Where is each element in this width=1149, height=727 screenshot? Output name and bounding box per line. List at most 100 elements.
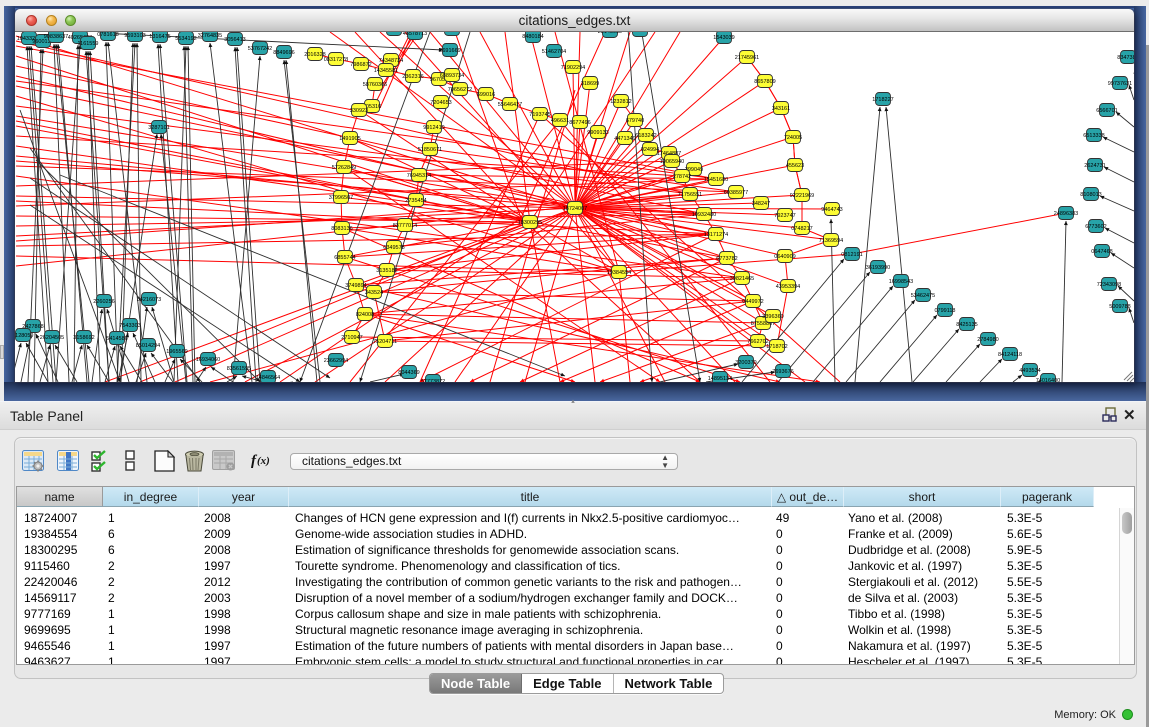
svg-text:2735454: 2735454 — [405, 198, 426, 204]
svg-text:19384554: 19384554 — [607, 270, 631, 276]
svg-text:699016: 699016 — [477, 92, 495, 98]
svg-text:1161559: 1161559 — [77, 41, 98, 47]
svg-text:343524: 343524 — [365, 290, 383, 296]
svg-text:8083136: 8083136 — [331, 226, 352, 232]
svg-text:7986872: 7986872 — [350, 62, 371, 68]
svg-text:60385977: 60385977 — [724, 190, 748, 196]
svg-text:53462475: 53462475 — [911, 293, 935, 299]
svg-text:26204505: 26204505 — [40, 335, 64, 341]
svg-text:72343098: 72343098 — [1097, 282, 1121, 288]
svg-text:8677496: 8677496 — [569, 120, 590, 126]
svg-text:2710947: 2710947 — [341, 335, 362, 341]
svg-text:4493534: 4493534 — [1019, 368, 1040, 374]
svg-text:6349578: 6349578 — [383, 245, 404, 251]
svg-text:824008: 824008 — [356, 312, 374, 318]
svg-text:9464743: 9464743 — [821, 207, 842, 213]
svg-text:5534192: 5534192 — [175, 36, 196, 42]
svg-text:8657809: 8657809 — [754, 79, 775, 85]
svg-text:8480184: 8480184 — [522, 34, 543, 40]
svg-text:4471349: 4471349 — [614, 136, 635, 142]
svg-text:2691669: 2691669 — [439, 48, 460, 54]
svg-text:3200379: 3200379 — [735, 360, 756, 366]
svg-text:57773872: 57773872 — [421, 379, 445, 382]
svg-text:8425135: 8425135 — [956, 322, 977, 328]
svg-text:8849696: 8849696 — [273, 50, 294, 56]
svg-text:6773782: 6773782 — [716, 256, 737, 262]
svg-text:75204711: 75204711 — [373, 339, 397, 345]
svg-text:10932480: 10932480 — [692, 212, 716, 218]
svg-text:0449972: 0449972 — [742, 299, 763, 305]
svg-text:0647468: 0647468 — [1091, 249, 1112, 255]
svg-text:7543303: 7543303 — [119, 323, 140, 329]
svg-text:1718227: 1718227 — [872, 97, 893, 103]
svg-text:0748217: 0748217 — [791, 226, 812, 232]
svg-text:24896383: 24896383 — [1054, 211, 1078, 217]
svg-text:2784980: 2784980 — [977, 337, 998, 343]
svg-text:8108013: 8108013 — [1080, 192, 1101, 198]
svg-text:3749894: 3749894 — [345, 283, 366, 289]
svg-text:71369594: 71369594 — [819, 238, 843, 244]
svg-text:92221969: 92221969 — [790, 193, 814, 199]
svg-text:1316475: 1316475 — [149, 34, 170, 40]
svg-text:70656272: 70656272 — [448, 87, 472, 93]
svg-text:83777014: 83777014 — [393, 223, 417, 229]
svg-text:18724007: 18724007 — [563, 206, 587, 212]
svg-text:39821465: 39821465 — [730, 276, 754, 282]
svg-text:21745961: 21745961 — [735, 55, 759, 61]
svg-text:2260256: 2260256 — [93, 299, 114, 305]
svg-text:1965569: 1965569 — [166, 349, 187, 355]
svg-text:3396360: 3396360 — [762, 314, 783, 320]
svg-text:5414586: 5414586 — [106, 336, 127, 342]
svg-text:8044369: 8044369 — [398, 370, 419, 376]
svg-text:85014294: 85014294 — [136, 343, 160, 349]
svg-text:7204653: 7204653 — [430, 100, 451, 106]
svg-text:1128059: 1128059 — [15, 333, 34, 339]
svg-text:7193745: 7193745 — [529, 112, 550, 118]
svg-text:84124118: 84124118 — [998, 352, 1022, 358]
svg-text:724005: 724005 — [784, 135, 802, 141]
svg-text:16934060: 16934060 — [196, 357, 220, 363]
svg-text:58760366: 58760366 — [363, 82, 387, 88]
svg-text:15451680: 15451680 — [704, 177, 728, 183]
svg-text:76945314: 76945314 — [407, 173, 431, 179]
svg-text:6855744: 6855744 — [334, 255, 355, 261]
svg-text:71756551: 71756551 — [678, 192, 702, 198]
svg-text:16998543: 16998543 — [889, 279, 913, 285]
svg-text:318699: 318699 — [581, 81, 599, 87]
svg-text:0640909: 0640909 — [774, 254, 795, 260]
svg-text:99737631: 99737631 — [1108, 81, 1132, 87]
svg-text:9912419: 9912419 — [423, 125, 444, 131]
svg-text:0799118: 0799118 — [934, 308, 955, 314]
svg-text:9909133: 9909133 — [587, 130, 608, 136]
svg-text:32764835: 32764835 — [198, 33, 222, 39]
svg-text:348247: 348247 — [752, 201, 770, 207]
svg-text:3056413: 3056413 — [224, 37, 245, 43]
svg-text:57262849: 57262849 — [332, 165, 356, 171]
svg-text:14846564: 14846564 — [256, 375, 280, 381]
svg-text:2016328: 2016328 — [304, 52, 325, 58]
svg-text:6773602: 6773602 — [1085, 224, 1106, 230]
svg-text:14895134: 14895134 — [708, 376, 732, 382]
svg-text:6513338: 6513338 — [1083, 133, 1104, 139]
svg-text:1491905: 1491905 — [339, 136, 360, 142]
svg-text:90838637: 90838637 — [44, 34, 68, 40]
svg-text:1543039: 1543039 — [713, 35, 734, 41]
svg-text:278742: 278742 — [673, 174, 691, 180]
svg-text:2624731: 2624731 — [1084, 163, 1105, 169]
svg-text:83561595: 83561595 — [227, 366, 251, 372]
svg-text:53767242: 53767242 — [248, 46, 272, 52]
svg-text:51462704: 51462704 — [542, 49, 566, 55]
svg-text:5009788: 5009788 — [1109, 304, 1130, 310]
svg-text:496631: 496631 — [551, 118, 569, 124]
svg-text:34216073: 34216073 — [137, 297, 161, 303]
svg-text:3158692: 3158692 — [73, 335, 94, 341]
svg-text:(x): (x) — [257, 455, 270, 467]
svg-text:37996507: 37996507 — [329, 195, 353, 201]
svg-text:19065940: 19065940 — [660, 159, 684, 165]
svg-text:1718702: 1718702 — [766, 344, 787, 350]
svg-text:2362316: 2362316 — [402, 74, 423, 80]
svg-text:43953394: 43953394 — [776, 284, 800, 290]
svg-text:13171274: 13171274 — [704, 232, 728, 238]
svg-text:3287101: 3287101 — [148, 125, 169, 131]
svg-text:71902294: 71902294 — [561, 65, 585, 71]
